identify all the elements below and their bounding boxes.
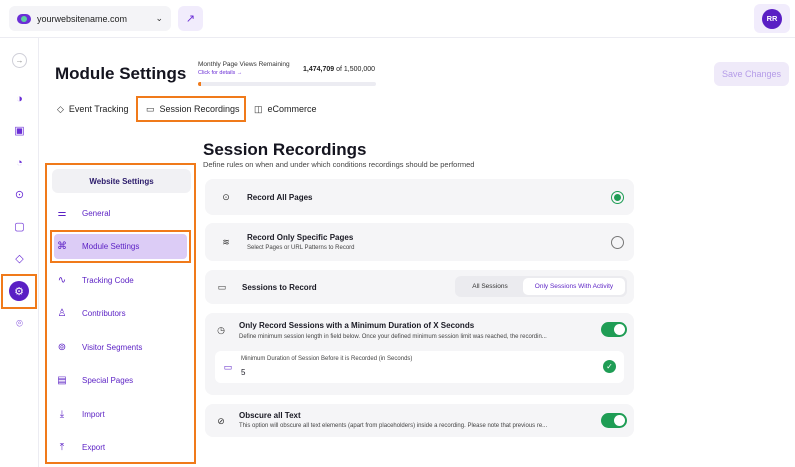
chevron-down-icon: ⌄: [155, 13, 163, 23]
field-label: Minimum Duration of Session Before it is…: [241, 356, 413, 362]
sidebar-heading: Website Settings: [52, 169, 191, 193]
min-duration-option: ◷ Only Record Sessions with a Minimum Du…: [205, 313, 634, 395]
pageviews-value: 1,474,709 of 1,500,000: [303, 66, 375, 73]
save-changes-button[interactable]: Save Changes: [714, 62, 789, 86]
import-icon: ⤓: [59, 408, 65, 420]
sidebar-item-import[interactable]: ⤓ Import: [55, 404, 187, 424]
site-logo-icon: [17, 13, 31, 24]
shield-icon[interactable]: ◇: [10, 249, 29, 268]
option-title: Record Only Specific Pages: [247, 233, 354, 242]
inbox-icon[interactable]: ▣: [10, 121, 29, 140]
option-description: Select Pages or URL Patterns to Record: [247, 245, 355, 251]
sidebar-item-export[interactable]: ⤒ Export: [55, 437, 187, 457]
export-icon: ⤒: [59, 441, 65, 453]
tab-ecommerce[interactable]: ◫ eCommerce: [254, 96, 317, 122]
feedback-icon[interactable]: ▢: [10, 217, 29, 236]
sidebar-item-module-settings[interactable]: ⌘ Module Settings: [55, 236, 187, 256]
segments-icon: ⊚: [57, 341, 67, 353]
external-link-icon: ↗: [185, 13, 196, 25]
video-icon: ▭: [217, 281, 227, 292]
page-title: Module Settings: [55, 64, 187, 83]
play-circle-icon: ⊙: [222, 191, 230, 202]
obscure-text-option: ⊘ Obscure all Text This option will obsc…: [205, 404, 634, 437]
sessions-to-record-row: ▭ Sessions to Record All Sessions Only S…: [205, 270, 634, 304]
command-icon: ⌘: [57, 240, 67, 252]
tab-label: Event Tracking: [68, 104, 129, 114]
sidebar-item-contributors[interactable]: ♙ Contributors: [55, 303, 187, 323]
website-name: yourwebsitename.com: [37, 13, 128, 24]
sidebar-item-label: Import: [82, 409, 105, 419]
option-title: Only Record Sessions with a Minimum Dura…: [239, 321, 475, 330]
tab-label: Session Recordings: [159, 104, 240, 114]
pageviews-details-link[interactable]: Click for details →: [198, 70, 242, 76]
dashboard-icon[interactable]: ◑: [10, 89, 29, 108]
location-icon[interactable]: ⌾: [10, 315, 29, 334]
collapse-icon[interactable]: →: [12, 53, 27, 68]
left-rail: → ◑ ▣ ◔ ⊙ ▢ ◇ ⚙ ⌾: [0, 38, 39, 467]
record-specific-pages-option[interactable]: ≋ Record Only Specific Pages Select Page…: [205, 223, 634, 261]
check-icon: ✓: [603, 360, 616, 373]
sidebar-item-label: Module Settings: [82, 241, 140, 251]
account-menu[interactable]: RR: [754, 4, 790, 33]
camera-icon: ▭: [146, 103, 155, 114]
sidebar-item-label: Special Pages: [82, 375, 134, 385]
record-all-pages-option[interactable]: ⊙ Record All Pages: [205, 179, 634, 215]
sliders-icon: ⚌: [57, 207, 67, 219]
option-description: Define minimum session length in field b…: [239, 334, 547, 340]
section-title: Session Recordings: [203, 140, 367, 159]
target-icon[interactable]: ⊙: [10, 185, 29, 204]
tab-event-tracking[interactable]: ◇ Event Tracking: [57, 96, 128, 122]
sidebar-item-label: Tracking Code: [82, 275, 134, 285]
video-icon: ▭: [223, 361, 233, 372]
min-duration-input[interactable]: 5: [241, 368, 245, 377]
option-description: This option will obscure all text elemen…: [239, 423, 548, 429]
sessions-segmented-control: All Sessions Only Sessions With Activity: [455, 276, 627, 297]
sidebar-item-label: Visitor Segments: [82, 342, 143, 352]
settings-gear-icon[interactable]: ⚙: [9, 281, 29, 301]
sidebar-item-tracking-code[interactable]: ∿ Tracking Code: [55, 270, 187, 290]
bag-icon: ◫: [254, 103, 263, 114]
pages-icon: ▤: [57, 374, 67, 386]
pageviews-total: of 1,500,000: [336, 66, 376, 73]
avatar: RR: [762, 8, 782, 29]
pulse-icon: ∿: [57, 274, 67, 286]
min-duration-toggle[interactable]: [601, 322, 627, 337]
min-duration-field[interactable]: ▭ Minimum Duration of Session Before it …: [215, 351, 624, 383]
user-icon: ♙: [57, 307, 67, 319]
pageviews-progress-fill: [198, 82, 202, 86]
timer-icon: ◷: [217, 324, 225, 335]
sidebar-item-label: Export: [82, 442, 106, 452]
option-title: Obscure all Text: [239, 411, 301, 420]
tab-session-recordings[interactable]: ▭ Session Recordings: [146, 96, 240, 122]
radio-selected[interactable]: [611, 191, 624, 204]
external-link-button[interactable]: ↗: [178, 6, 203, 31]
top-bar: yourwebsitename.com ⌄ ↗ RR: [0, 0, 795, 38]
obscure-text-toggle[interactable]: [601, 413, 627, 428]
sidebar-item-special-pages[interactable]: ▤ Special Pages: [55, 370, 187, 390]
segment-sessions-with-activity[interactable]: Only Sessions With Activity: [523, 278, 625, 295]
option-title: Sessions to Record: [242, 283, 317, 292]
sidebar-item-general[interactable]: ⚌ General: [55, 203, 187, 223]
pageviews-label: Monthly Page Views Remaining: [198, 61, 290, 68]
section-subtitle: Define rules on when and under which con…: [203, 160, 475, 169]
eye-off-icon: ⊘: [217, 415, 225, 426]
tag-icon: ◇: [57, 103, 64, 114]
analytics-icon[interactable]: ◔: [10, 153, 29, 172]
settings-nav-highlight: ⚙: [1, 274, 37, 309]
sidebar-item-label: General: [82, 208, 111, 218]
website-selector[interactable]: yourwebsitename.com ⌄: [9, 6, 171, 31]
radio-unselected[interactable]: [611, 236, 624, 249]
option-title: Record All Pages: [247, 193, 313, 202]
sidebar-item-label: Contributors: [82, 308, 126, 318]
pageviews-used: 1,474,709: [303, 66, 335, 73]
segment-all-sessions[interactable]: All Sessions: [459, 278, 521, 295]
pageviews-progress: [198, 82, 376, 86]
sidebar-item-visitor-segments[interactable]: ⊚ Visitor Segments: [55, 337, 187, 357]
layers-icon: ≋: [222, 236, 230, 247]
tab-label: eCommerce: [267, 104, 317, 114]
